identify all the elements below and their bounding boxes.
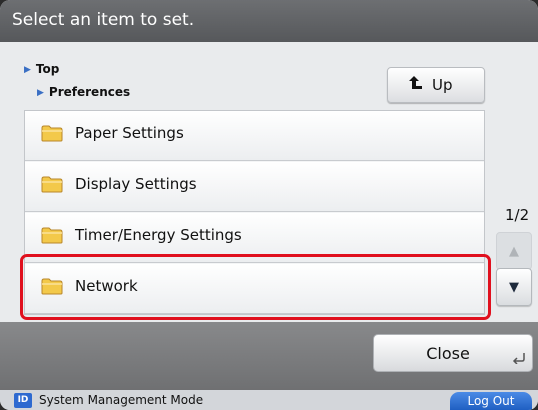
id-badge-icon: ID xyxy=(14,392,32,408)
close-button-label: Close xyxy=(426,343,470,363)
folder-icon xyxy=(41,227,63,244)
close-button[interactable]: Close xyxy=(373,334,533,372)
breadcrumb-top-label: Top xyxy=(35,62,60,76)
list-item-label: Timer/Energy Settings xyxy=(75,226,242,244)
header-title: Select an item to set. xyxy=(0,0,538,42)
scroll-up-button[interactable]: ▲ xyxy=(496,232,532,270)
return-arrow-icon xyxy=(512,352,526,367)
list-item-display-settings[interactable]: Display Settings xyxy=(25,162,484,212)
list-item-label: Display Settings xyxy=(75,175,197,193)
triangle-up-icon: ▲ xyxy=(509,243,519,259)
folder-icon xyxy=(41,125,63,142)
up-button[interactable]: Up xyxy=(387,67,485,103)
breadcrumb-current-label: Preferences xyxy=(48,85,131,99)
screen: Select an item to set. ▶ Top ▶ Preferences… xyxy=(0,0,538,410)
mode-text: System Management Mode xyxy=(39,393,204,407)
list-item-label: Paper Settings xyxy=(75,124,184,142)
breadcrumb-top: ▶ Top xyxy=(24,62,59,76)
up-arrow-icon xyxy=(408,75,424,95)
folder-icon xyxy=(41,176,63,193)
triangle-right-icon: ▶ xyxy=(24,65,31,75)
triangle-right-icon: ▶ xyxy=(37,88,44,98)
page-indicator: 1/2 xyxy=(505,206,530,224)
list-item-paper-settings[interactable]: Paper Settings xyxy=(25,111,484,161)
up-button-label: Up xyxy=(432,76,453,94)
breadcrumb-current: ▶ Preferences xyxy=(37,85,130,99)
logout-button[interactable]: Log Out xyxy=(450,392,532,410)
scroll-down-button[interactable]: ▼ xyxy=(496,268,532,306)
triangle-down-icon: ▼ xyxy=(509,279,519,295)
selection-highlight xyxy=(20,254,491,320)
